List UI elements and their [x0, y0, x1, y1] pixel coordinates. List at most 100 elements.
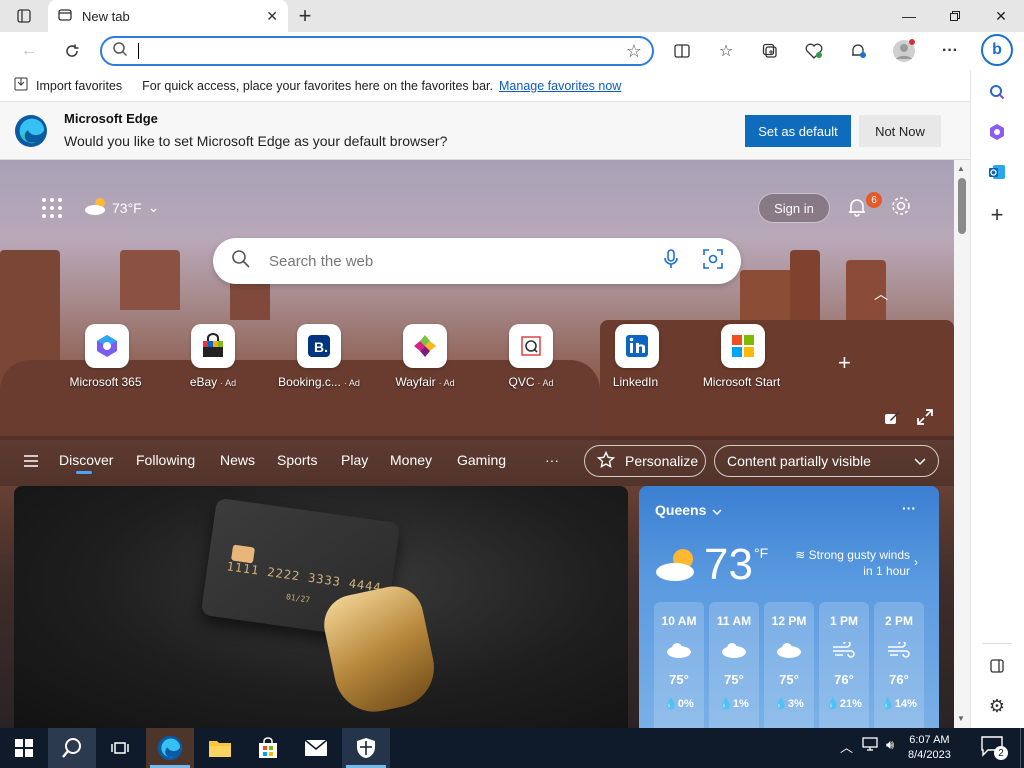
collapse-chevron-icon[interactable]: ︿	[874, 284, 890, 302]
show-hidden-icons-icon[interactable]: ︿	[840, 737, 853, 756]
sidebar-outlook-icon[interactable]	[982, 157, 1012, 187]
taskbar-edge-icon[interactable]	[146, 728, 194, 768]
windows-start-icon[interactable]	[0, 728, 48, 768]
close-window-button[interactable]: ✕	[978, 0, 1024, 32]
nav-gaming[interactable]: Gaming	[457, 452, 506, 468]
show-desktop-button[interactable]	[1020, 728, 1024, 768]
favorites-icon[interactable]: ☆	[712, 37, 740, 65]
scrollbar-thumb[interactable]	[958, 178, 966, 234]
sign-in-button[interactable]: Sign in	[758, 193, 830, 223]
manage-favorites-link[interactable]: Manage favorites now	[499, 79, 621, 93]
not-now-button[interactable]: Not Now	[859, 115, 941, 147]
nav-sports[interactable]: Sports	[277, 452, 317, 468]
hourly-forecast-item[interactable]: 12 PM 75° 💧3%	[764, 602, 814, 732]
quick-link-tile[interactable]: Wayfair · Ad	[380, 324, 470, 389]
volume-icon[interactable]: 🔊︎	[886, 737, 894, 753]
chevron-right-icon[interactable]: ›	[914, 555, 918, 569]
weather-mini-widget[interactable]: 73°F ⌄	[84, 196, 159, 219]
import-favorites-label: Import favorites	[36, 78, 123, 93]
favorite-star-icon[interactable]: ☆	[626, 41, 642, 62]
address-input[interactable]	[149, 43, 626, 59]
file-explorer-icon[interactable]	[196, 728, 244, 768]
more-menu-icon[interactable]: ···	[936, 37, 964, 65]
nav-news[interactable]: News	[220, 452, 255, 468]
weather-more-icon[interactable]: ···	[902, 500, 916, 516]
hourly-forecast-item[interactable]: 10 AM 75° 💧0%	[654, 602, 704, 732]
microphone-icon[interactable]	[663, 248, 679, 274]
hourly-forecast-item[interactable]: 11 AM 75° 💧1%	[709, 602, 759, 732]
sidebar-hide-icon[interactable]	[982, 651, 1012, 681]
edit-background-icon[interactable]	[884, 410, 900, 426]
hourly-forecast-item[interactable]: 1 PM 76° 💧21%	[819, 602, 869, 732]
hourly-forecast-item[interactable]: 2 PM 76° 💧14%	[874, 602, 924, 732]
import-favorites-button[interactable]: Import favorites	[14, 77, 122, 94]
hour-temp: 75°	[669, 672, 689, 687]
search-icon	[231, 249, 251, 274]
gear-icon[interactable]	[890, 195, 914, 219]
weather-location[interactable]: Queens	[655, 502, 722, 518]
sidebar-settings-icon[interactable]: ⚙	[982, 691, 1012, 721]
windows-security-icon[interactable]	[342, 728, 390, 768]
network-icon[interactable]	[862, 737, 878, 754]
sidebar-search-icon[interactable]	[982, 77, 1012, 107]
tile-label: LinkedIn	[612, 375, 659, 389]
refresh-button[interactable]	[58, 37, 86, 65]
set-as-default-button[interactable]: Set as default	[745, 115, 851, 147]
taskbar-search-icon[interactable]	[48, 728, 96, 768]
nav-play[interactable]: Play	[341, 452, 368, 468]
microsoft-store-icon[interactable]	[244, 728, 292, 768]
sidebar-office-icon[interactable]	[982, 117, 1012, 147]
clock-date: 8/4/2023	[908, 749, 951, 761]
nav-more[interactable]: ···	[545, 452, 559, 468]
web-search-box[interactable]: Search the web	[213, 238, 741, 284]
personalize-button[interactable]: Personalize	[584, 445, 706, 477]
nav-following[interactable]: Following	[136, 452, 195, 468]
mail-icon[interactable]	[292, 728, 340, 768]
weather-alert[interactable]: ≋ Strong gusty winds in 1 hour	[786, 547, 910, 579]
task-view-icon[interactable]	[96, 728, 144, 768]
profile-avatar[interactable]	[890, 37, 918, 65]
minimize-button[interactable]: —	[886, 0, 932, 32]
bing-chat-icon[interactable]: b	[981, 34, 1013, 66]
raindrop-icon: 💧	[826, 698, 840, 710]
tab-page-icon	[58, 8, 72, 25]
back-button[interactable]: ←	[15, 37, 43, 65]
app-launcher-icon[interactable]	[40, 196, 64, 220]
scroll-down-icon[interactable]: ▼	[957, 714, 965, 723]
notifications-toolbar-icon[interactable]	[844, 37, 872, 65]
tab-actions-icon[interactable]	[8, 4, 40, 28]
visual-search-icon[interactable]	[703, 248, 723, 274]
chevron-down-icon: ⌄	[147, 199, 160, 215]
quick-link-tile[interactable]: B. Booking.c... · Ad	[274, 324, 364, 389]
scroll-up-icon[interactable]: ▲	[957, 164, 965, 173]
expand-icon[interactable]	[916, 408, 934, 426]
hour-temp: 75°	[724, 672, 744, 687]
nav-discover[interactable]: Discover	[59, 452, 113, 468]
close-tab-icon[interactable]: ✕	[266, 8, 278, 25]
linkedin-icon	[615, 324, 659, 368]
address-bar[interactable]: ☆	[100, 36, 654, 66]
quick-link-tile[interactable]: Microsoft 365	[62, 324, 152, 389]
hamburger-menu-icon[interactable]	[24, 454, 38, 467]
system-clock[interactable]: 6:07 AM 8/4/2023	[908, 733, 951, 763]
quick-link-tile[interactable]: Microsoft Start	[698, 324, 788, 389]
quick-link-tile[interactable]: eBay · Ad	[168, 324, 258, 389]
sidebar-add-icon[interactable]: +	[982, 200, 1012, 230]
new-tab-button[interactable]: +	[292, 3, 318, 28]
add-quick-link-icon[interactable]: +	[838, 350, 858, 375]
weather-city: Queens	[655, 502, 707, 518]
page-scrollbar[interactable]	[954, 160, 970, 728]
restore-button[interactable]	[932, 0, 978, 32]
tab-new-tab[interactable]: New tab ✕	[48, 0, 288, 32]
nav-money[interactable]: Money	[390, 452, 432, 468]
weather-alert-text: Strong gusty winds in 1 hour	[808, 548, 910, 578]
split-screen-icon[interactable]	[668, 37, 696, 65]
browser-essentials-icon[interactable]	[800, 37, 828, 65]
svg-text:B.: B.	[314, 339, 328, 355]
weather-unit: °F	[754, 545, 769, 561]
quick-link-tile[interactable]: QVC · Ad	[486, 324, 576, 389]
collections-icon[interactable]	[756, 37, 784, 65]
content-visibility-dropdown[interactable]: Content partially visible	[714, 445, 939, 477]
quick-link-tile[interactable]: LinkedIn	[592, 324, 682, 389]
chevron-down-icon	[914, 453, 926, 469]
